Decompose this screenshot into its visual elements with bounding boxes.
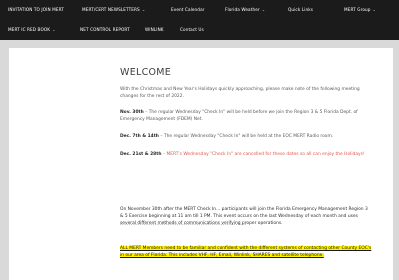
intro-paragraph: With the Christmas and New Year's Holida… [120, 87, 360, 100]
schedule-item-3: Dec. 21st & 28th – MERT's Wednesday "Che… [120, 152, 365, 157]
schedule-date: Dec. 21st & 28th [120, 152, 162, 157]
nav-item-net-control-report[interactable]: NET CONTROL REPORT [80, 20, 130, 40]
schedule-date: Nov. 30th [120, 110, 144, 115]
content-card: WELCOME With the Christmas and New Year'… [9, 48, 393, 280]
members-notice: ALL MERT Members need to be familiar and… [120, 245, 372, 259]
chevron-down-icon: ⌄ [52, 27, 56, 32]
nav-item-quick-links[interactable]: Quick Links [288, 0, 313, 20]
nav-item-red-book[interactable]: MERT IC RED BOOK ⌄ [8, 20, 56, 40]
highlighted-notice: ALL MERT Members need to be familiar and… [120, 246, 372, 259]
chevron-down-icon: ⌄ [141, 7, 146, 12]
nav-row-primary: INVITATION TO JOIN MERT MERT/CERT NEWSLE… [0, 0, 399, 20]
nav-item-winlink[interactable]: WINLINK [145, 20, 164, 40]
page-title: WELCOME [120, 67, 172, 78]
chevron-down-icon: ⌄ [372, 7, 376, 12]
nav-item-mert-group[interactable]: MERT Group ⌄ [344, 0, 376, 20]
nav-row-secondary: MERT IC RED BOOK ⌄ NET CONTROL REPORT WIN… [0, 20, 399, 40]
schedule-item-2: Dec. 7th & 14th – The regular Wednesday … [120, 134, 334, 139]
nav-item-florida-weather[interactable]: Florida Weather ⌄ [225, 0, 265, 20]
top-navigation: INVITATION TO JOIN MERT MERT/CERT NEWSLE… [0, 0, 399, 40]
exercise-paragraph: On November 30th after the MERT Check In… [120, 207, 368, 227]
nav-item-invitation[interactable]: INVITATION TO JOIN MERT [8, 0, 64, 20]
nav-item-newsletters[interactable]: MERT/CERT NEWSLETTERS ⌄ [82, 0, 145, 20]
schedule-item-1: Nov. 30th – The regular Wednesday "Check… [120, 110, 358, 123]
nav-item-contact-us[interactable]: Contact Us [180, 20, 204, 40]
schedule-date: Dec. 7th & 14th [120, 134, 159, 139]
nav-item-event-calendar[interactable]: Event Calendar [171, 0, 205, 20]
chevron-down-icon: ⌄ [261, 7, 266, 12]
